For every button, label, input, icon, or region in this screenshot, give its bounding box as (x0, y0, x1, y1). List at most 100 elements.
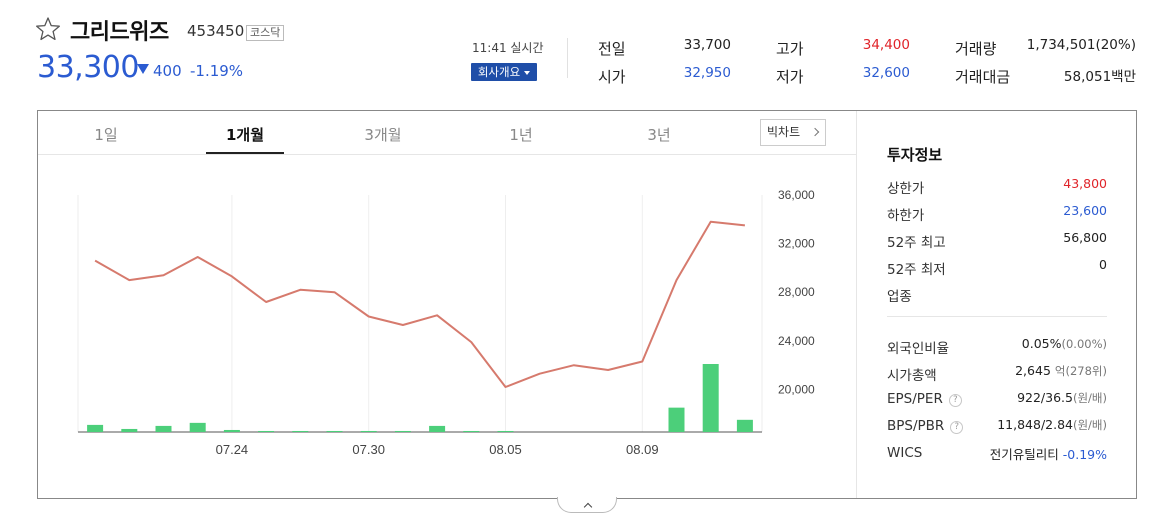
bps-pbr-value: 11,848/2.84(원/배) (997, 417, 1107, 433)
industry-label: 업종 (887, 289, 912, 305)
low-label: 저가 (776, 68, 804, 86)
eps-per-unit: (원/배) (1072, 391, 1107, 405)
y-tick-label: 32,000 (778, 237, 815, 251)
wics-change: -0.19% (1062, 447, 1107, 462)
help-icon[interactable]: ? (950, 421, 964, 434)
volume-bar (429, 425, 446, 432)
change-value: 400 (153, 62, 182, 80)
x-tick-label: 07.24 (216, 442, 249, 457)
period-tabs: 1일 1개월 3개월 1년 3년 빅차트 (38, 111, 856, 155)
volume-bar (223, 429, 240, 432)
high-label: 고가 (776, 40, 804, 58)
tab-3month[interactable]: 3개월 (353, 124, 413, 145)
prev-close-value: 33,700 (683, 37, 731, 53)
volume-bar (292, 430, 309, 432)
volume-bar (87, 424, 104, 432)
upper-limit-label: 상한가 (887, 181, 925, 197)
volume-bar (360, 430, 377, 432)
stock-name: 그리드위즈 (70, 20, 169, 45)
change-rate: -1.19% (190, 62, 244, 80)
lower-limit-label: 하한가 (887, 208, 925, 224)
open-label: 시가 (598, 68, 626, 86)
volume-label: 거래량 (955, 40, 997, 58)
volume-bar (463, 430, 480, 432)
current-price: 33,300 (37, 50, 139, 85)
low52-label: 52주 최저 (887, 262, 946, 278)
chart-box: 1일 1개월 3개월 1년 3년 빅차트 36,000 32,000 28,000 2… (37, 110, 1137, 499)
divider (567, 38, 568, 78)
lower-limit-value: 23,600 (1063, 203, 1107, 218)
active-tab-underline (206, 152, 284, 154)
foreign-ratio: 0.05% (1021, 336, 1062, 351)
x-tick-label: 07.30 (352, 442, 385, 457)
volume-bar (326, 430, 343, 432)
market-cap-rank: (278위) (1065, 364, 1107, 378)
favorite-star-icon[interactable] (35, 16, 61, 42)
chevron-up-icon (583, 502, 593, 512)
bps-pbr-label-text: BPS/PBR (887, 418, 945, 434)
upper-limit-value: 43,800 (1063, 176, 1107, 191)
tab-1month[interactable]: 1개월 (215, 124, 275, 145)
price-line (94, 220, 746, 388)
amount-value: 58,051백만 (1063, 69, 1136, 85)
y-tick-label: 20,000 (778, 382, 815, 396)
bps-pbr: 11,848/2.84 (997, 417, 1073, 432)
volume-bar (394, 430, 411, 432)
low52-value: 0 (1099, 257, 1107, 272)
volume-bar (497, 430, 514, 432)
foreign-ratio-sub: (0.00%) (1061, 337, 1107, 351)
open-value: 32,950 (683, 65, 731, 81)
company-overview-label: 회사개요 (477, 65, 521, 79)
eps-per-label: EPS/PER? (887, 391, 962, 407)
wics-value[interactable]: 전기유틸리티 -0.19% (990, 444, 1107, 463)
y-tick-label: 28,000 (778, 285, 815, 299)
company-overview-button[interactable]: 회사개요 (471, 63, 537, 81)
bigchart-button[interactable]: 빅차트 (760, 119, 826, 146)
foreign-ratio-value: 0.05%(0.00%) (1022, 336, 1107, 351)
wics-sector[interactable]: 전기유틸리티 (990, 447, 1059, 462)
stock-header: 그리드위즈 453450 코스닥 33,300 400 -1.19% 11:41… (0, 0, 1170, 110)
stock-code: 453450 (187, 22, 245, 40)
high52-label: 52주 최고 (887, 235, 946, 251)
x-tick-label: 08.05 (489, 442, 522, 457)
tab-1year[interactable]: 1년 (501, 124, 541, 145)
market-cap-unit: 억 (1054, 364, 1066, 378)
realtime-time: 11:41 실시간 (472, 41, 544, 55)
x-tick-label: 08.09 (626, 442, 659, 457)
bps-pbr-label: BPS/PBR? (887, 418, 964, 434)
chevron-right-icon (810, 127, 820, 137)
volume-bar (121, 428, 138, 432)
caret-down-icon (524, 70, 531, 75)
tab-3year[interactable]: 3년 (639, 124, 679, 145)
bigchart-label: 빅차트 (767, 125, 801, 139)
prev-close-label: 전일 (598, 40, 626, 58)
market-cap: 2,645 (1015, 363, 1051, 378)
down-arrow-icon (137, 64, 149, 74)
low-value: 32,600 (862, 65, 910, 81)
price-chart: 36,000 32,000 28,000 24,000 20,000 07.24 07.30… (77, 188, 815, 457)
eps-per: 922/36.5 (1017, 390, 1073, 405)
volume-value: 1,734,501(20%) (1026, 37, 1136, 53)
invest-info-panel: 투자정보 상한가 43,800 하한가 23,600 52주 최고 56,800… (857, 111, 1136, 498)
volume-bar (189, 422, 206, 432)
tab-1day[interactable]: 1일 (86, 124, 126, 145)
volume-bar (155, 425, 172, 432)
volume-bar (702, 364, 719, 432)
wics-label: WICS (887, 445, 923, 461)
market-badge: 코스닥 (246, 25, 285, 41)
panel-separator (887, 316, 1107, 317)
y-tick-label: 24,000 (778, 334, 815, 348)
collapse-toggle[interactable] (557, 497, 617, 513)
volume-bar (258, 430, 275, 432)
y-tick-label: 36,000 (778, 188, 815, 202)
eps-per-label-text: EPS/PER (887, 391, 943, 407)
help-icon[interactable]: ? (948, 394, 962, 407)
volume-bar (668, 407, 685, 432)
market-cap-value: 2,645 억(278위) (1015, 363, 1107, 379)
invest-info-title: 투자정보 (887, 146, 943, 164)
volume-bar (736, 419, 753, 432)
market-cap-label: 시가총액 (887, 368, 937, 384)
eps-per-value: 922/36.5(원/배) (1017, 390, 1107, 406)
high-value: 34,400 (862, 37, 910, 53)
foreign-ratio-label: 외국인비율 (887, 341, 950, 357)
